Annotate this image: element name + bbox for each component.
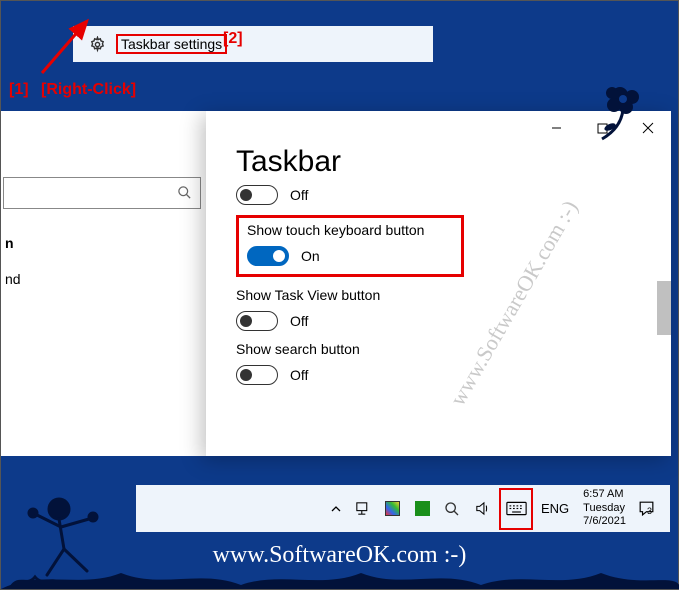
toggle-state: Off (290, 187, 308, 203)
context-menu: Taskbar settings (73, 26, 433, 62)
minimize-button[interactable] (533, 112, 579, 144)
notification-count: 3 (647, 506, 652, 516)
volume-icon[interactable] (467, 489, 497, 529)
search-input[interactable] (3, 177, 201, 209)
highlight-touch-keyboard-tray (499, 488, 533, 530)
setting-label: Show search button (236, 341, 641, 357)
toggle-touch-keyboard[interactable] (247, 246, 289, 266)
search-icon (177, 185, 192, 203)
taskbar: ENG 6:57 AM Tuesday 7/6/2021 3 (136, 485, 670, 532)
clock-time: 6:57 AM (583, 488, 626, 502)
page-title: Taskbar (236, 145, 641, 179)
annotation-2: [2] (223, 30, 243, 48)
touch-keyboard-icon[interactable] (501, 489, 531, 529)
clock-date: 7/6/2021 (583, 515, 626, 529)
toggle-state: Off (290, 313, 308, 329)
gear-icon (89, 36, 106, 53)
network-icon[interactable] (347, 489, 377, 529)
clock-day: Tuesday (583, 502, 626, 516)
annotation-1: [1] (9, 81, 29, 99)
settings-window: Taskbar Off Show touch keyboard button O… (206, 111, 671, 456)
decorative-flower (574, 77, 654, 147)
toggle-previous[interactable] (236, 185, 278, 205)
toggle-state: On (301, 248, 320, 264)
highlight-touch-keyboard: Show touch keyboard button On (236, 215, 464, 277)
toggle-state: Off (290, 367, 308, 383)
scrollbar[interactable] (657, 281, 671, 335)
language-indicator[interactable]: ENG (535, 501, 575, 516)
search-icon[interactable] (437, 489, 467, 529)
setting-label: Show Task View button (236, 287, 641, 303)
clock[interactable]: 6:57 AM Tuesday 7/6/2021 (575, 488, 634, 529)
settings-back-panel: n nd (1, 111, 206, 456)
toggle-search[interactable] (236, 365, 278, 385)
decorative-figure (9, 479, 149, 589)
taskbar-settings-item[interactable]: Taskbar settings (116, 34, 227, 54)
annotation-right-click: [Right-Click] (41, 81, 136, 99)
toggle-task-view[interactable] (236, 311, 278, 331)
tray-app-icon[interactable] (407, 489, 437, 529)
setting-label: Show touch keyboard button (247, 222, 453, 238)
tray-app-icon[interactable] (377, 489, 407, 529)
footer-text: www.SoftwareOK.com :-) (1, 542, 678, 569)
tray-overflow-icon[interactable] (325, 489, 347, 529)
nav-item[interactable]: n (3, 225, 206, 261)
nav-item[interactable]: nd (3, 261, 206, 297)
action-center-icon[interactable]: 3 (634, 489, 664, 529)
